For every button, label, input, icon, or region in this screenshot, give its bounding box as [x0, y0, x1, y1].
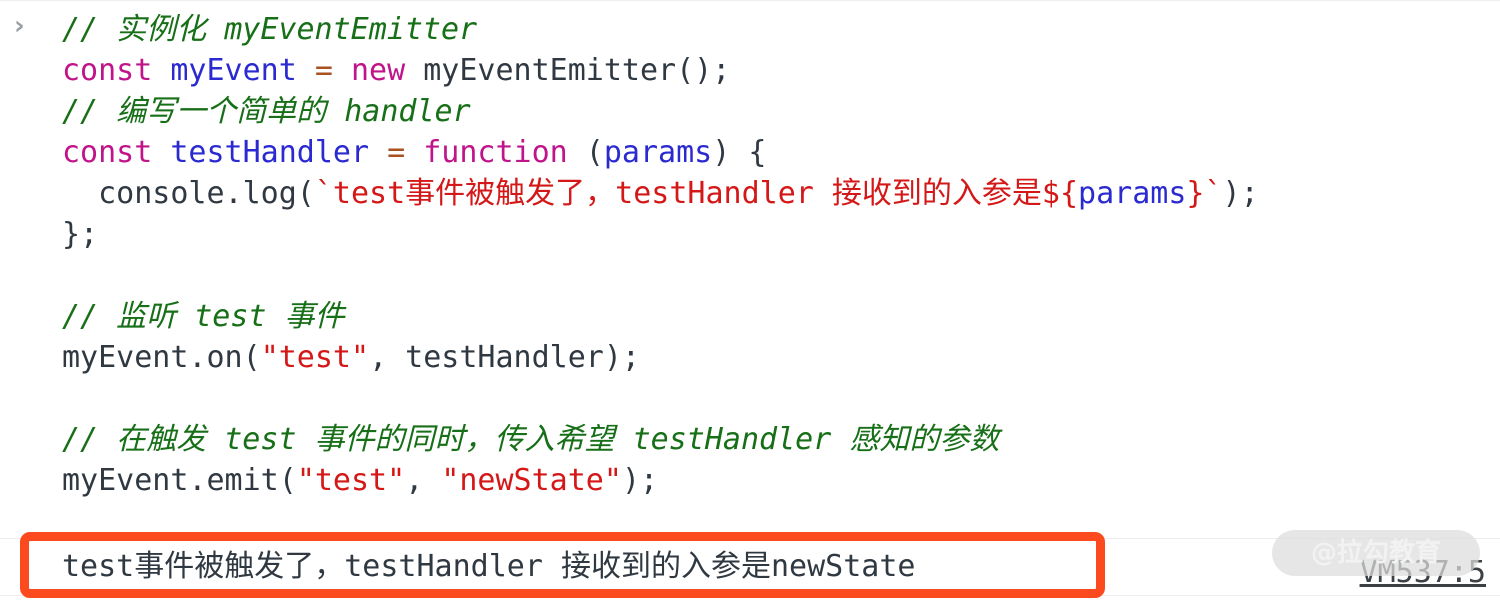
code-token-op: =: [387, 135, 406, 170]
code-line: const myEvent = new myEventEmitter();: [0, 50, 1500, 91]
code-line: myEvent.on("test", testHandler);: [0, 337, 1500, 378]
code-token-comment: // 实例化 myEventEmitter: [62, 12, 478, 47]
code-token-keyword: const: [62, 135, 153, 170]
code-token-plain: , testHandler);: [369, 340, 640, 375]
console-output-text: test事件被触发了，testHandler 接收到的入参是newState: [62, 549, 916, 584]
code-token-plain: ,: [405, 463, 442, 498]
code-line: const testHandler = function (params) {: [0, 132, 1500, 173]
code-token-string: }`: [1186, 176, 1223, 211]
code-line: };: [0, 214, 1500, 255]
code-token-plain: myEvent.on(: [62, 340, 261, 375]
code-line: console.log(`test事件被触发了，testHandler 接收到的…: [0, 173, 1500, 214]
code-line: // 编写一个简单的 handler: [0, 91, 1500, 132]
code-token-string: `test事件被触发了，testHandler 接收到的入参是${: [314, 176, 1079, 211]
code-line: [0, 255, 1500, 296]
code-token-string: "newState": [441, 463, 622, 498]
code-line: [0, 378, 1500, 419]
code-token-comment: // 监听 test 事件: [62, 299, 345, 334]
code-token-plain: );: [1222, 176, 1259, 211]
code-line: // 监听 test 事件: [0, 296, 1500, 337]
devtools-console-panel: › // 实例化 myEventEmitter const myEvent = n…: [0, 0, 1500, 603]
code-token-string: "test": [296, 463, 406, 498]
code-token-op: =: [314, 53, 333, 88]
code-token-keyword: function: [423, 135, 568, 170]
code-token-comment: // 在触发 test 事件的同时，传入希望 testHandler 感知的参数: [62, 422, 1000, 457]
code-token-var: params: [603, 135, 713, 170]
code-line: // 在触发 test 事件的同时，传入希望 testHandler 感知的参数: [0, 419, 1500, 460]
code-token-blank: [62, 381, 80, 416]
console-input-code[interactable]: // 实例化 myEventEmitter const myEvent = new…: [0, 9, 1500, 501]
watermark-text: @拉勾教育: [1310, 538, 1441, 568]
code-token-keyword: const: [62, 53, 153, 88]
code-token-keyword: new: [351, 53, 406, 88]
code-token-blank: [62, 258, 80, 293]
code-token-plain: ) {: [712, 135, 767, 170]
code-token-comment: // 编写一个简单的 handler: [62, 94, 471, 129]
code-token-plain: );: [621, 463, 659, 498]
code-line: myEvent.emit("test", "newState");: [0, 460, 1500, 501]
code-token-string: "test": [260, 340, 370, 375]
code-token-var: myEvent: [170, 53, 297, 88]
code-token-var: params: [1078, 176, 1187, 211]
code-line: // 实例化 myEventEmitter: [0, 9, 1500, 50]
code-token-plain: myEventEmitter();: [405, 53, 731, 88]
code-token-plain: };: [62, 217, 99, 252]
code-token-plain: console.log(: [62, 176, 315, 211]
code-token-plain: myEvent.emit(: [62, 463, 297, 498]
code-token-var: testHandler: [170, 135, 370, 170]
code-token-plain: (: [567, 135, 604, 170]
